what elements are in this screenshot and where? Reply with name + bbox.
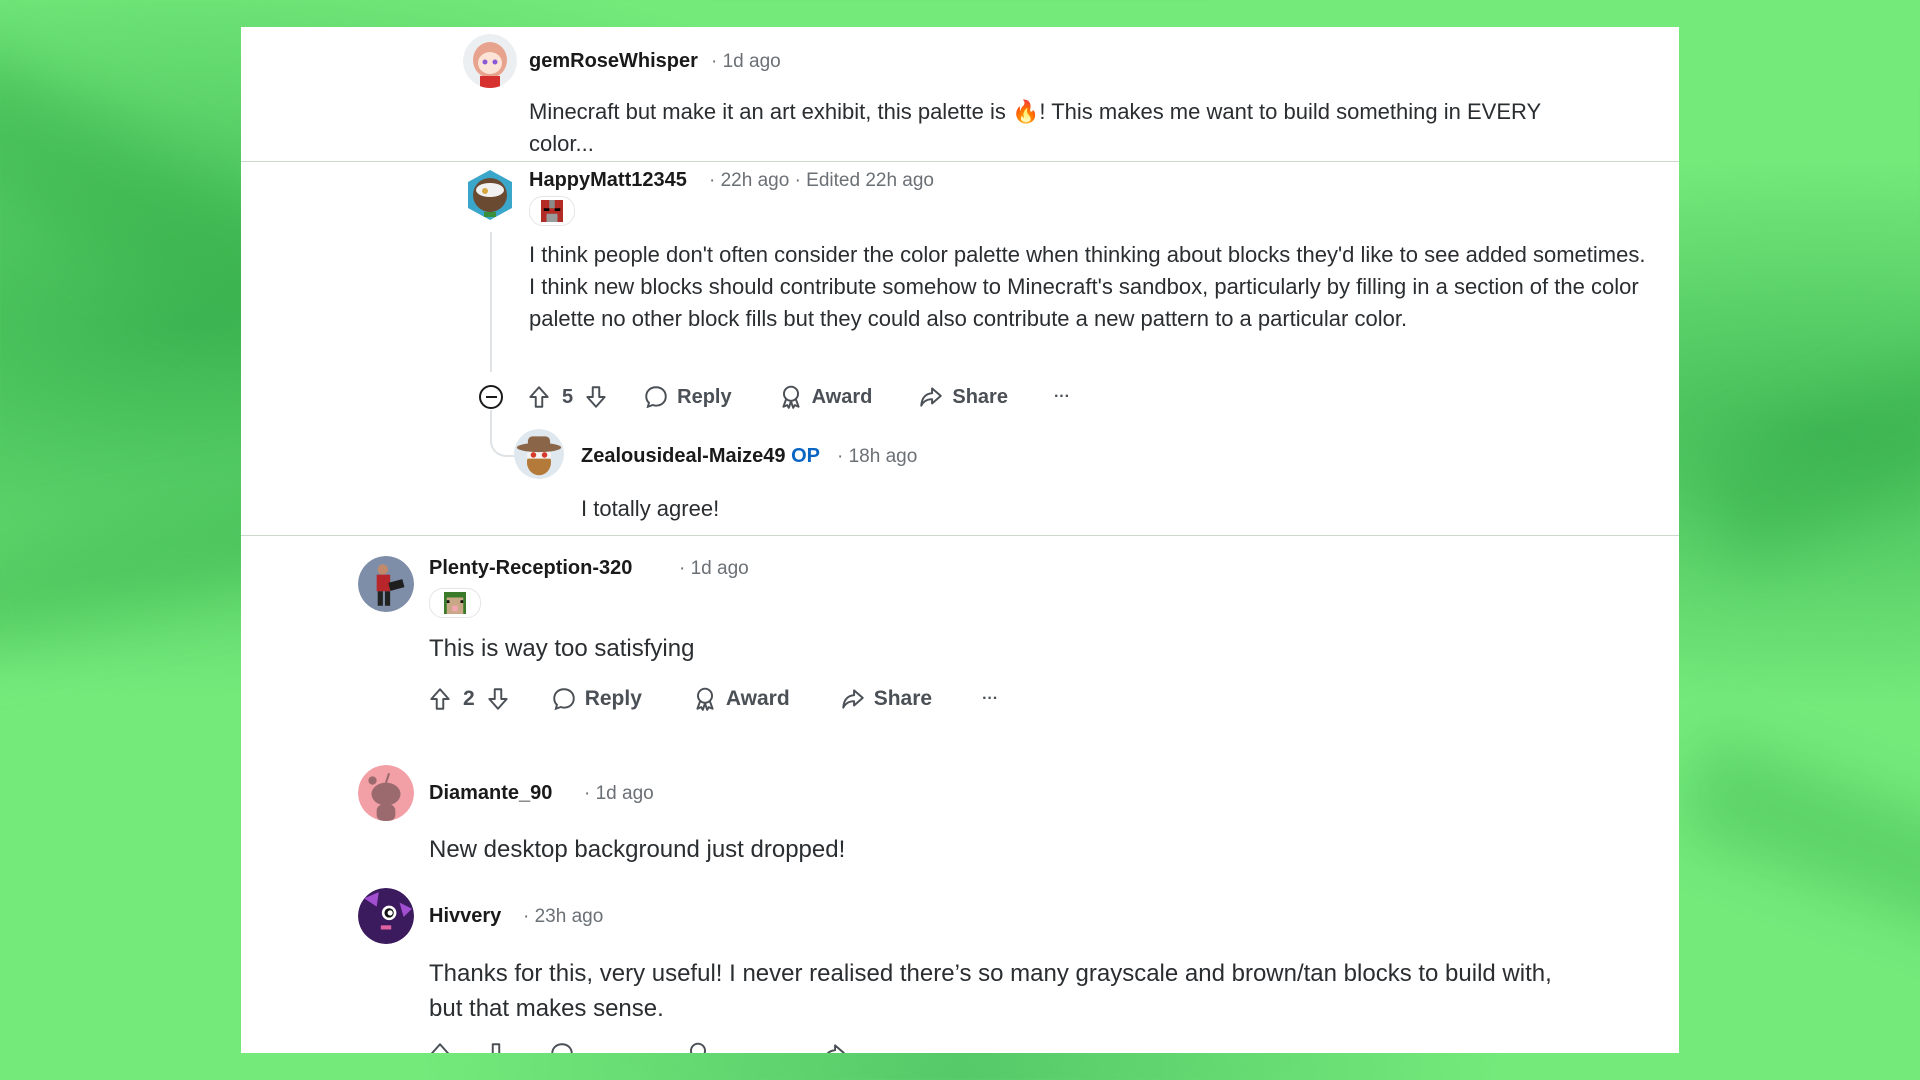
separator [241, 535, 1679, 536]
upvote-button[interactable] [427, 1041, 453, 1053]
comment-body: New desktop background just dropped! [429, 836, 846, 863]
background-streak [1674, 734, 1920, 966]
timestamp: · 1d ago [679, 558, 749, 579]
anime-girl-avatar-icon [463, 34, 517, 88]
sheep-flair-icon [444, 592, 466, 614]
more-options-button[interactable]: ··· [982, 690, 998, 708]
comment-body: This is way too satisfying [429, 635, 695, 662]
share-arrow-icon [826, 1044, 845, 1053]
op-badge: OP [791, 445, 820, 467]
downvote-button[interactable] [583, 384, 609, 410]
timestamp: · 1d ago [711, 51, 781, 72]
timestamp: · 1d ago [584, 783, 654, 804]
share-button[interactable]: Share [840, 686, 932, 712]
reply-button[interactable]: Reply [643, 384, 732, 410]
downvote-arrow-icon [491, 1043, 501, 1053]
downvote-arrow-icon [488, 688, 508, 710]
username[interactable]: HappyMatt12345 [529, 169, 687, 192]
share-button[interactable] [821, 1041, 847, 1053]
username[interactable]: Zealousideal-Maize49 OP [581, 445, 820, 468]
avatar-gemrosewhisper[interactable] [463, 34, 517, 88]
avatar-happymatt12345[interactable] [463, 168, 517, 222]
username[interactable]: gemRoseWhisper [529, 50, 698, 73]
user-flair [429, 588, 481, 618]
award-ribbon-icon [696, 687, 714, 711]
comment-body: Thanks for this, very useful! I never re… [429, 960, 1552, 1022]
comments-panel: gemRoseWhisper · 1d ago Minecraft but ma… [241, 27, 1679, 1053]
reply-button[interactable]: Reply [551, 686, 642, 712]
speech-bubble-icon [551, 1043, 573, 1053]
speech-bubble-icon [552, 688, 575, 711]
username[interactable]: Diamante_90 [429, 782, 552, 805]
award-button[interactable]: Award [778, 384, 872, 410]
background-streak [1695, 300, 1920, 570]
downvote-arrow-icon [586, 386, 606, 408]
award-button[interactable]: Award [692, 686, 790, 712]
user-flair [529, 196, 575, 226]
award-ribbon-icon [782, 385, 800, 409]
separator [241, 161, 1679, 162]
username[interactable]: Hivvery [429, 905, 501, 928]
upvote-arrow-icon [430, 1043, 450, 1053]
comment-body: Minecraft but make it an art exhibit, th… [529, 99, 1542, 156]
upvote-button[interactable] [427, 686, 453, 712]
comment-actions: 2 Reply Award Share ··· [427, 686, 998, 712]
comment-actions: 5 Reply Award Share ··· [526, 384, 1070, 410]
vote-count: 5 [562, 385, 574, 408]
upvote-arrow-icon [430, 688, 450, 710]
avatar-plenty-reception-320[interactable] [358, 556, 414, 612]
avatar-hivvery[interactable] [358, 888, 414, 944]
mooshroom-flair-icon [541, 200, 563, 222]
more-options-button[interactable]: ··· [1054, 388, 1070, 406]
timestamp: · 18h ago [837, 446, 918, 467]
purple-character-avatar-icon [358, 888, 414, 944]
share-arrow-icon [841, 689, 864, 709]
upvote-arrow-icon [529, 386, 549, 408]
comment-actions-partial [427, 1041, 847, 1053]
bearded-man-avatar-icon [468, 170, 512, 220]
downvote-button[interactable] [485, 686, 511, 712]
person-with-laptop-avatar-icon [358, 556, 414, 612]
comment-body: I think people don't often consider the … [529, 242, 1646, 331]
vote-count: 2 [463, 687, 475, 710]
timestamp: · 23h ago [523, 906, 604, 927]
share-button[interactable]: Share [918, 384, 1008, 410]
default-snoo-avatar-icon [358, 765, 414, 821]
share-arrow-icon [920, 387, 943, 407]
cowboy-avatar-icon [514, 429, 564, 479]
avatar-diamante-90[interactable] [358, 765, 414, 821]
award-ribbon-icon [689, 1042, 707, 1053]
collapse-thread-button[interactable] [479, 385, 503, 409]
username[interactable]: Plenty-Reception-320 [429, 557, 632, 580]
downvote-button[interactable] [483, 1041, 509, 1053]
comment-body: I totally agree! [581, 496, 720, 521]
reply-button[interactable] [549, 1041, 575, 1053]
speech-bubble-icon [645, 386, 667, 409]
award-button[interactable] [685, 1041, 711, 1053]
avatar-zealousideal-maize49[interactable] [514, 429, 564, 479]
thread-line [490, 232, 492, 372]
upvote-button[interactable] [526, 384, 552, 410]
timestamp: · 22h ago · Edited 22h ago [709, 170, 935, 191]
